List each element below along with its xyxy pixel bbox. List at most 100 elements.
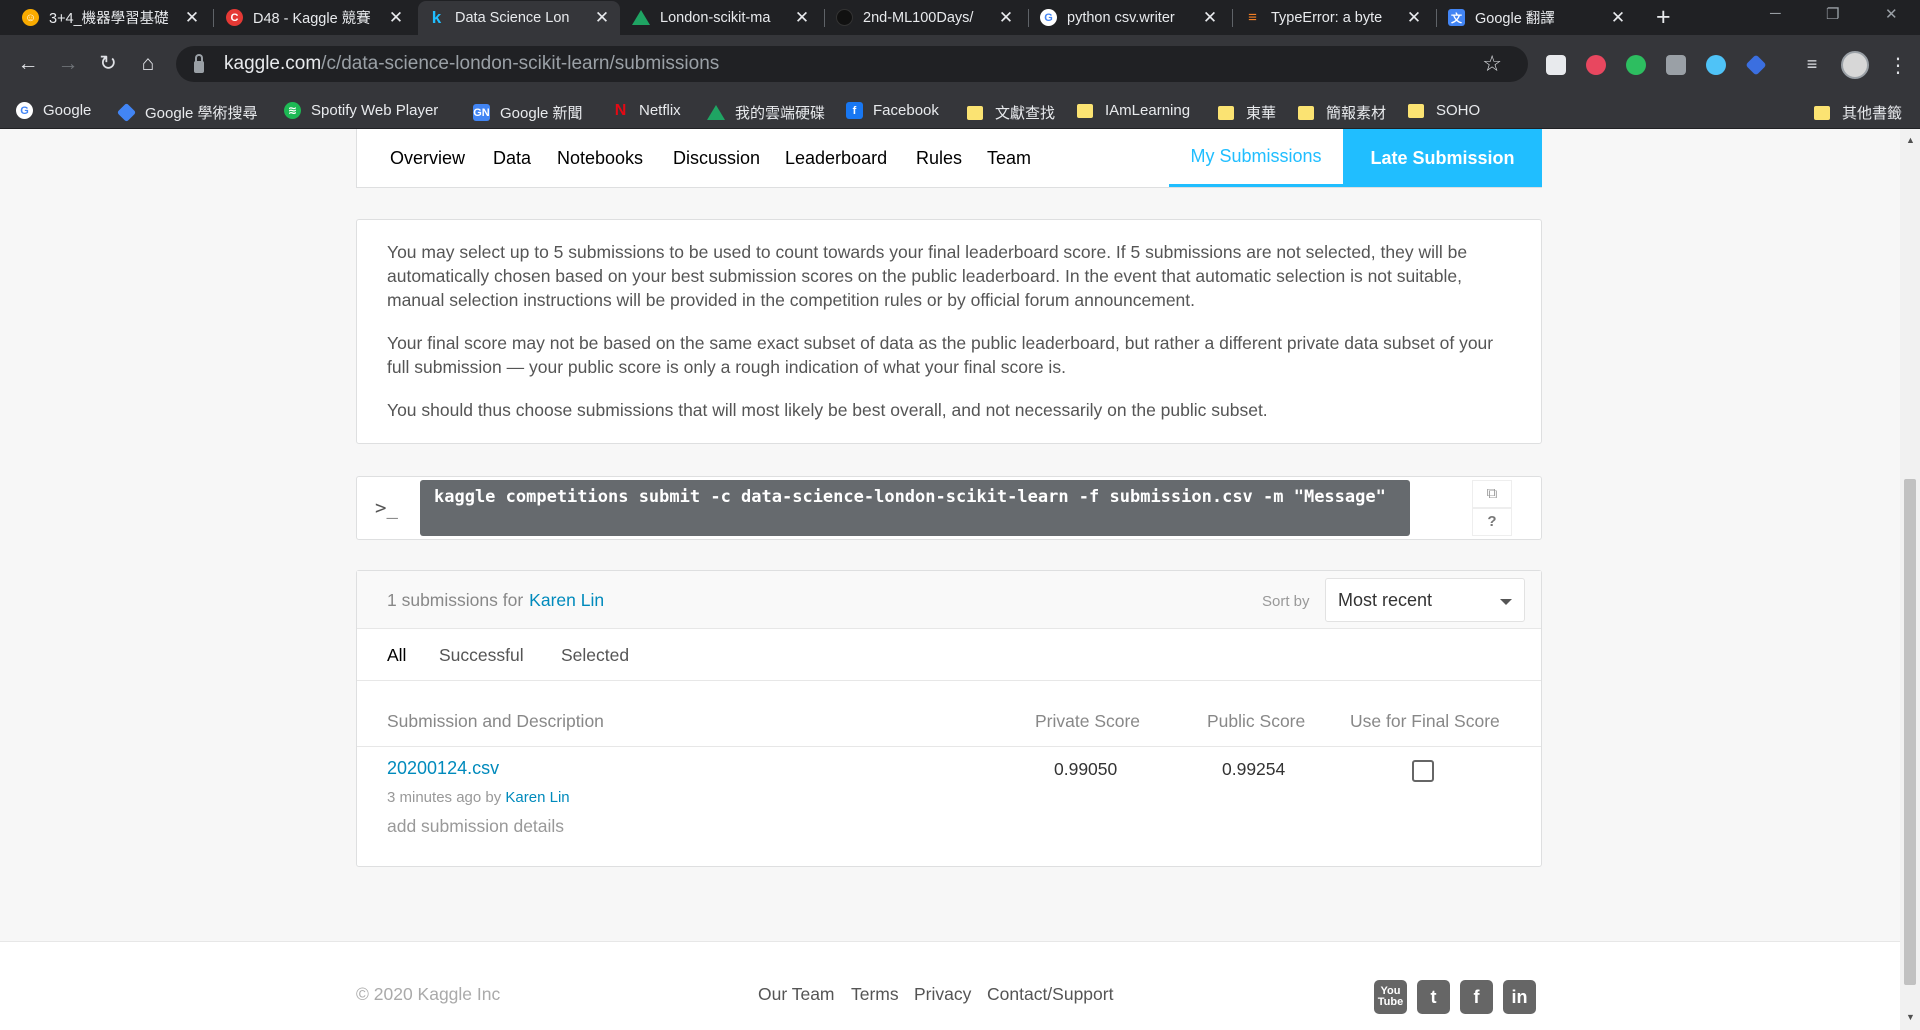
close-tab-icon[interactable]: ✕	[794, 8, 810, 28]
bookmark-folder[interactable]: IAmLearning	[1077, 102, 1190, 119]
author-link[interactable]: Karen Lin	[505, 789, 569, 806]
drive-icon	[632, 10, 650, 25]
footer-link-privacy[interactable]: Privacy	[914, 984, 971, 1005]
help-button[interactable]: ?	[1472, 508, 1512, 536]
tab-leaderboard[interactable]: Leaderboard	[785, 148, 887, 169]
menu-kebab-icon[interactable]: ⋮	[1888, 53, 1908, 78]
close-tab-icon[interactable]: ✕	[1202, 8, 1218, 28]
sort-select[interactable]: Most recent	[1325, 578, 1525, 622]
news-icon: GN	[473, 104, 490, 121]
extension-c-icon[interactable]	[1546, 55, 1566, 75]
browser-tab-active[interactable]: k Data Science Lon ✕	[418, 1, 620, 35]
close-tab-icon[interactable]: ✕	[594, 8, 610, 28]
close-tab-icon[interactable]: ✕	[998, 8, 1014, 28]
info-paragraph: Your final score may not be based on the…	[387, 333, 1494, 377]
new-tab-button[interactable]: +	[1656, 5, 1671, 30]
owner-link[interactable]: Karen Lin	[529, 590, 604, 610]
bookmark-star-icon[interactable]: ☆	[1482, 51, 1502, 77]
close-tab-icon[interactable]: ✕	[388, 8, 404, 28]
browser-tab[interactable]: G python csv.writer ✕	[1030, 0, 1228, 35]
browser-tab[interactable]: ≡ TypeError: a byte ✕	[1234, 0, 1432, 35]
bookmark-news[interactable]: GN Google 新聞	[473, 102, 583, 123]
bookmark-drive[interactable]: 我的雲端硬碟	[707, 102, 825, 123]
bookmark-google[interactable]: G Google	[16, 102, 91, 119]
private-score: 0.99050	[1054, 759, 1118, 779]
browser-tab[interactable]: 2nd-ML100Days/ ✕	[826, 0, 1024, 35]
filter-all[interactable]: All	[387, 645, 406, 666]
competition-nav: Overview Data Notebooks Discussion Leade…	[356, 129, 1542, 188]
bookmark-netflix[interactable]: N Netflix	[612, 102, 681, 120]
linkedin-icon[interactable]: in	[1503, 980, 1536, 1014]
other-bookmarks[interactable]: 其他書籤	[1814, 102, 1902, 123]
close-tab-icon[interactable]: ✕	[184, 8, 200, 28]
twitter-icon[interactable]: t	[1417, 980, 1450, 1014]
footer-link-team[interactable]: Our Team	[758, 984, 835, 1005]
scroll-up-icon[interactable]: ▲	[1906, 135, 1915, 145]
spotify-icon: ≋	[284, 102, 301, 119]
restore-icon[interactable]: ❐	[1826, 5, 1839, 23]
bookmark-folder[interactable]: 東華	[1218, 102, 1276, 123]
close-window-icon[interactable]: ✕	[1885, 5, 1898, 23]
late-submission-button[interactable]: Late Submission	[1343, 129, 1542, 187]
bookmark-label: IAmLearning	[1105, 102, 1191, 119]
filter-selected[interactable]: Selected	[561, 645, 629, 666]
api-command-box: >_ kaggle competitions submit -c data-sc…	[356, 476, 1542, 540]
facebook-icon[interactable]: f	[1460, 980, 1493, 1014]
evernote-icon[interactable]	[1626, 55, 1646, 75]
tab-title: D48 - Kaggle 競賽	[253, 11, 371, 27]
address-bar[interactable]: kaggle.com/c/data-science-london-scikit-…	[176, 46, 1528, 82]
back-icon[interactable]: ←	[16, 53, 40, 75]
scroll-down-icon[interactable]: ▼	[1906, 1012, 1915, 1022]
api-command-text[interactable]: kaggle competitions submit -c data-scien…	[420, 480, 1410, 536]
extension-n-icon[interactable]	[1666, 55, 1686, 75]
close-tab-icon[interactable]: ✕	[1406, 8, 1422, 28]
minimize-icon[interactable]: ─	[1770, 5, 1781, 22]
tab-rules[interactable]: Rules	[916, 148, 962, 169]
close-tab-icon[interactable]: ✕	[1610, 8, 1626, 28]
bookmark-folder[interactable]: 文獻查找	[967, 102, 1055, 123]
page-scrollbar[interactable]: ▲ ▼	[1900, 129, 1920, 1030]
tab-my-submissions[interactable]: My Submissions	[1169, 129, 1343, 187]
submission-time: 3 minutes ago by	[387, 789, 502, 806]
bookmark-facebook[interactable]: f Facebook	[846, 102, 939, 119]
sort-value: Most recent	[1338, 590, 1433, 610]
table-header: Submission and Description Private Score…	[357, 711, 1541, 747]
add-details-link[interactable]: add submission details	[387, 816, 564, 837]
tab-title: London-scikit-ma	[660, 9, 771, 26]
youtube-icon[interactable]: You Tube	[1374, 980, 1407, 1014]
reload-icon[interactable]: ↻	[96, 53, 120, 75]
extension-t-icon[interactable]	[1586, 55, 1606, 75]
tab-title: python csv.writer	[1067, 9, 1175, 26]
copy-icon[interactable]: ⧉	[1472, 480, 1512, 508]
footer-link-terms[interactable]: Terms	[851, 984, 899, 1005]
bookmark-scholar[interactable]: Google 學術搜尋	[116, 102, 258, 123]
tab-data[interactable]: Data	[493, 148, 531, 169]
tab-team[interactable]: Team	[987, 148, 1031, 169]
filter-successful[interactable]: Successful	[439, 645, 524, 666]
footer-link-contact[interactable]: Contact/Support	[987, 984, 1113, 1005]
forward-icon[interactable]: →	[56, 53, 80, 75]
github-icon	[836, 9, 853, 26]
browser-tab[interactable]: London-scikit-ma ✕	[622, 0, 820, 35]
extension-globe-icon[interactable]	[1706, 55, 1726, 75]
bookmark-folder[interactable]: SOHO	[1408, 102, 1480, 119]
browser-tab[interactable]: C D48 - Kaggle 競賽 ✕	[216, 0, 414, 35]
profile-avatar[interactable]	[1841, 51, 1869, 79]
final-score-checkbox[interactable]	[1412, 760, 1434, 782]
tab-title: Data Science Lon	[455, 10, 570, 26]
submissions-panel: 1 submissions for Karen Lin Sort by Most …	[356, 570, 1542, 867]
scroll-thumb[interactable]	[1904, 479, 1916, 985]
submission-file-link[interactable]: 20200124.csv	[387, 758, 499, 779]
tab-discussion[interactable]: Discussion	[673, 148, 760, 169]
bookmark-spotify[interactable]: ≋ Spotify Web Player	[284, 102, 438, 119]
facebook-icon: f	[846, 102, 863, 119]
extension-diamond-icon[interactable]	[1745, 54, 1767, 76]
browser-tab[interactable]: 文 Google 翻譯 ✕	[1438, 0, 1636, 35]
home-icon[interactable]: ⌂	[136, 53, 160, 75]
tab-notebooks[interactable]: Notebooks	[557, 148, 643, 169]
media-control-icon[interactable]: ≡	[1800, 53, 1824, 75]
folder-icon	[1077, 103, 1093, 118]
tab-overview[interactable]: Overview	[390, 148, 465, 169]
browser-tab[interactable]: ☺ 3+4_機器學習基礎 ✕	[12, 0, 210, 35]
bookmark-folder[interactable]: 簡報素材	[1298, 102, 1386, 123]
